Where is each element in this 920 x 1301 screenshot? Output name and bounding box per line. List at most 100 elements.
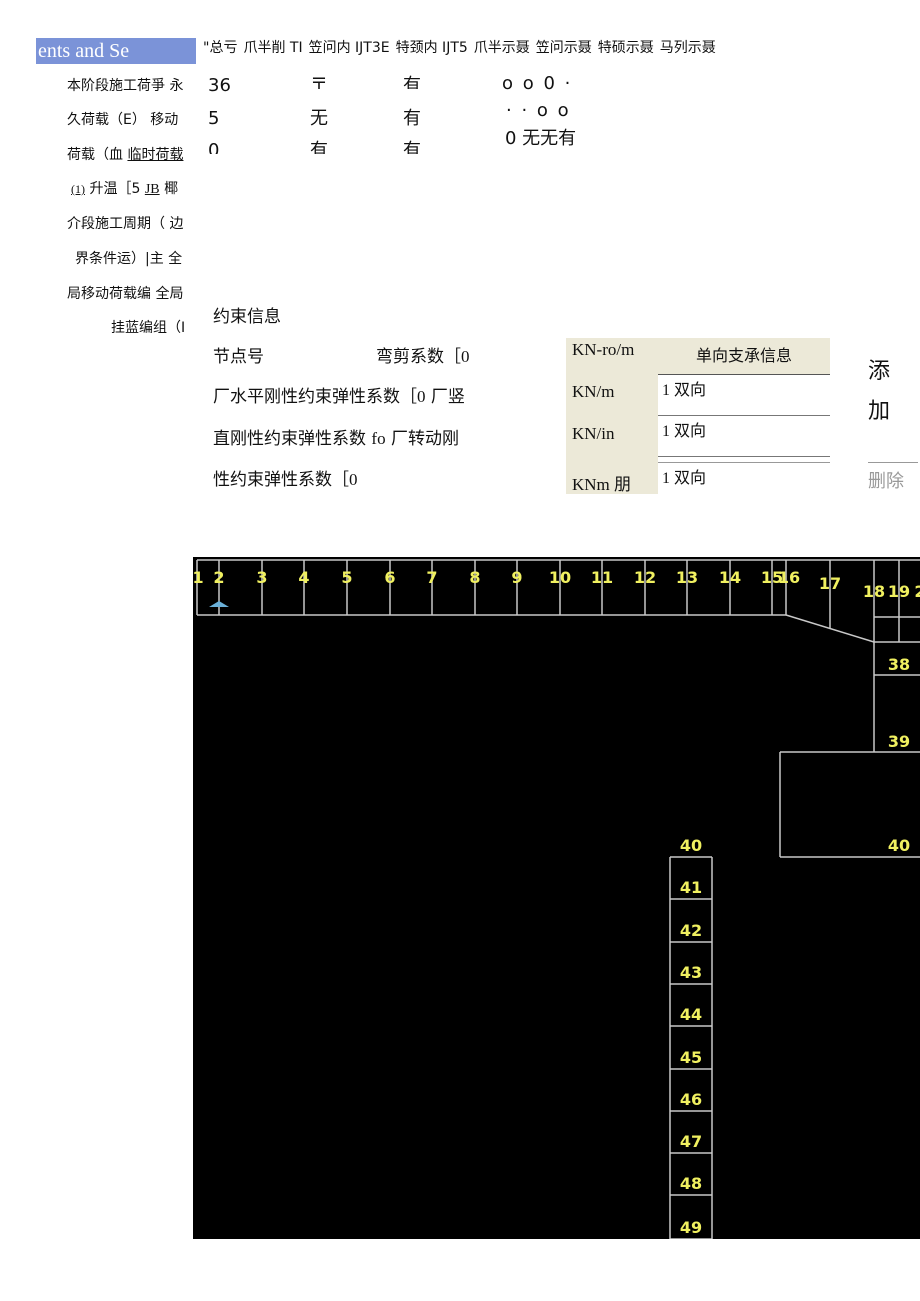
sidebar-link[interactable]: JB [145, 182, 160, 197]
tab-item[interactable]: 爪半削 TI [243, 40, 302, 56]
node-label[interactable]: 7 [426, 568, 437, 587]
rotation-stiffness-input[interactable]: 0 [349, 470, 358, 489]
sidebar-line[interactable]: 荷载（血 临时荷载 [67, 145, 183, 165]
horizontal-stiffness-input[interactable]: 0 [417, 387, 426, 406]
temporary-load-link[interactable]: 临时荷载 [127, 147, 183, 163]
vertical-stiffness-label: 直刚性约束弹性系数 [213, 429, 366, 449]
table-row[interactable]: 1 双向 [658, 375, 830, 416]
tab-item[interactable]: 爪半示聂 [474, 40, 530, 56]
unit-label: KN/in [572, 424, 615, 443]
table-row[interactable]: 1 双向 [658, 416, 830, 457]
sidebar-line[interactable]: 久荷载（E） 移动 [67, 110, 178, 130]
node-label[interactable]: 41 [680, 878, 702, 897]
row-number: 1 [662, 382, 670, 399]
delete-button[interactable]: 删除 [868, 462, 918, 493]
sidebar-line[interactable]: 挂蓝编组（I [111, 318, 185, 338]
node-label[interactable]: 6 [384, 568, 395, 587]
node-label[interactable]: 18 [863, 582, 885, 601]
grid-cell: 5 [208, 108, 220, 129]
sidebar-line[interactable]: 本阶段施工荷爭 永 [67, 76, 183, 96]
structure-canvas[interactable]: 1234567891011121314151617181923839404041… [193, 557, 920, 1239]
tab-item[interactable]: "总亏 [203, 40, 237, 56]
grid-cell: o o 0 · [502, 73, 573, 94]
node-label[interactable]: 48 [680, 1174, 702, 1193]
node-label[interactable]: 1 [193, 568, 204, 587]
node-label[interactable]: 43 [680, 963, 702, 982]
node-label[interactable]: 8 [469, 568, 480, 587]
node-label[interactable]: 40 [888, 836, 910, 855]
vertical-stiffness-input[interactable]: fo [371, 429, 385, 448]
horizontal-stiffness-field[interactable]: 厂水平刚性约束弹性系数［0 厂竖 [213, 386, 465, 408]
support-table-header: 单向支承信息 [658, 338, 830, 375]
node-label[interactable]: 10 [549, 568, 571, 587]
tab-item[interactable]: 特硕示聂 [598, 40, 654, 56]
node-label[interactable]: 39 [888, 732, 910, 751]
bend-shear-field[interactable]: 弯剪系数［0 [376, 346, 470, 368]
node-label[interactable]: 47 [680, 1132, 702, 1151]
add-button[interactable]: 添加 [868, 352, 908, 432]
node-label[interactable]: 16 [778, 568, 800, 587]
node-label[interactable]: 14 [719, 568, 741, 587]
node-number-label: 节点号 [213, 347, 264, 367]
node-label[interactable]: 42 [680, 921, 702, 940]
rotation-checkbox-label[interactable]: 厂转动刚 [391, 429, 459, 449]
tab-item[interactable]: 马列示聂 [660, 40, 716, 56]
node-label[interactable]: 2 [213, 568, 224, 587]
row-direction: 双向 [674, 468, 707, 487]
row-number: 1 [662, 470, 670, 487]
tab-item[interactable]: 特颈内 IJT5 [396, 40, 468, 56]
tab-selected[interactable]: ents and Se [36, 38, 196, 64]
node-label[interactable]: 4 [298, 568, 309, 587]
grid-cell: 有 [403, 140, 421, 154]
node-label[interactable]: 11 [591, 568, 613, 587]
sidebar-line[interactable]: 介段施工周期（ 边 [67, 214, 183, 234]
sidebar-text: (1) [71, 182, 85, 196]
bend-shear-label: 弯剪系数［ [376, 347, 461, 367]
node-label[interactable]: 40 [680, 836, 702, 855]
grid-cell: 有 [403, 75, 421, 89]
units-column: KN-ro/m KN/m KN/in KNm 朋 [566, 338, 658, 494]
vertical-stiffness-field[interactable]: 直刚性约束弹性系数 fo 厂转动刚 [213, 428, 459, 450]
unit-label: KN-ro/m [572, 340, 635, 359]
node-label[interactable]: 49 [680, 1218, 702, 1237]
vertical-checkbox-label[interactable]: 厂竖 [431, 387, 465, 407]
rotation-stiffness-field[interactable]: 性约束弹性系数［0 [213, 469, 358, 491]
node-label[interactable]: 44 [680, 1005, 702, 1024]
table-row[interactable]: 1 双向 [658, 462, 830, 493]
sidebar-line[interactable]: 界条件运）|主 全 [75, 249, 182, 269]
sidebar-line[interactable]: 局移动荷载编 全局 [67, 284, 183, 304]
node-label[interactable]: 12 [634, 568, 656, 587]
node-label[interactable]: 17 [819, 574, 841, 593]
grid-cell: 无 [310, 108, 328, 129]
grid-cell: · · o o [506, 100, 571, 121]
rotation-stiffness-label: 性约束弹性系数［ [213, 470, 349, 490]
grid-cell: 有 [310, 140, 328, 154]
node-label[interactable]: 45 [680, 1048, 702, 1067]
grid-cell: 0 无无有 [505, 128, 577, 149]
node-label[interactable]: 19 [888, 582, 910, 601]
row-direction: 双向 [674, 380, 707, 399]
tab-strip: "总亏 爪半削 TI 笠问内 IJT3E 特颈内 IJT5 爪半示聂 笠问示聂 特硕示聂 马列… [203, 38, 722, 58]
constraint-title: 约束信息 [213, 307, 281, 327]
node-label[interactable]: 13 [676, 568, 698, 587]
sidebar-text: 荷载（血 [67, 147, 123, 163]
structure-drawing[interactable]: 1234567891011121314151617181923839404041… [193, 557, 920, 1239]
node-label[interactable]: 5 [341, 568, 352, 587]
node-label[interactable]: 3 [256, 568, 267, 587]
sidebar-line[interactable]: (1) 升温［5 JB 椰 [71, 179, 178, 200]
tab-item[interactable]: 笠问内 IJT3E [309, 40, 390, 56]
sidebar-text: 升温［5 [89, 181, 141, 197]
row-direction: 双向 [674, 421, 707, 440]
grid-cell: 0 [208, 140, 220, 154]
node-label[interactable]: 46 [680, 1090, 702, 1109]
node-label[interactable]: 9 [511, 568, 522, 587]
node-label[interactable]: 38 [888, 655, 910, 674]
tab-item[interactable]: 笠问示聂 [536, 40, 592, 56]
bend-shear-input[interactable]: 0 [461, 347, 470, 366]
grid-cell: 有 [403, 108, 421, 129]
support-icon [209, 601, 229, 607]
horizontal-stiffness-label: 厂水平刚性约束弹性系数［ [213, 387, 417, 407]
unit-label: KN/m [572, 382, 615, 401]
node-label[interactable]: 2 [914, 582, 920, 601]
row-number: 1 [662, 423, 670, 440]
